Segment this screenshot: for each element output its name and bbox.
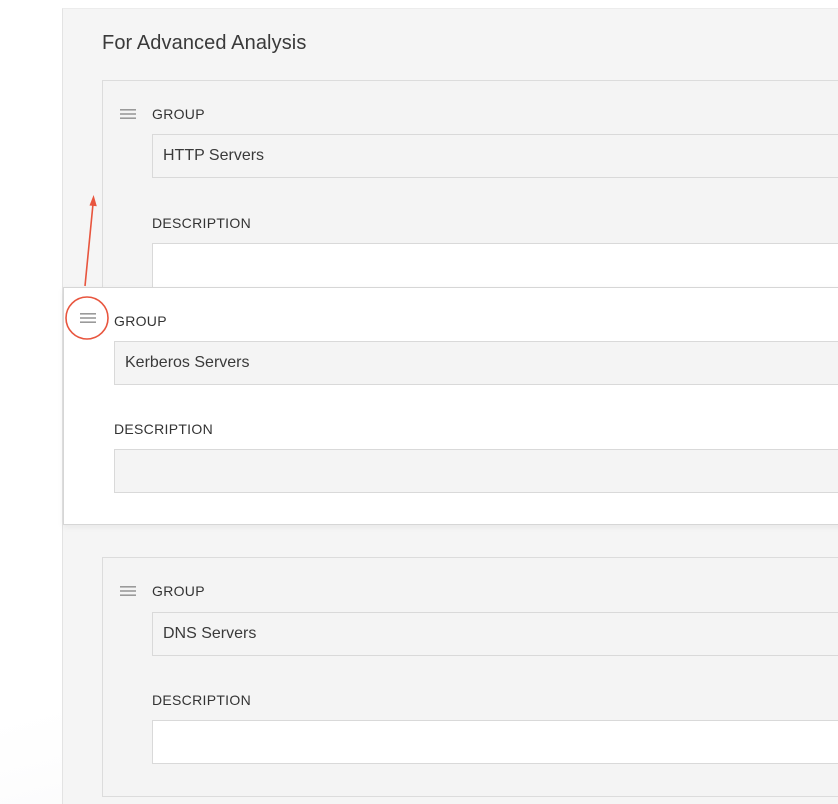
group-name-input[interactable]: Kerberos Servers bbox=[114, 341, 838, 385]
group-label: GROUP bbox=[114, 313, 167, 329]
description-input[interactable] bbox=[152, 720, 838, 764]
drag-handle-icon[interactable] bbox=[120, 585, 138, 599]
description-label: DESCRIPTION bbox=[152, 215, 251, 231]
drag-handle-icon[interactable] bbox=[80, 312, 98, 326]
group-label: GROUP bbox=[152, 583, 205, 599]
group-label: GROUP bbox=[152, 106, 205, 122]
drag-handle-icon[interactable] bbox=[120, 108, 138, 122]
description-input[interactable] bbox=[152, 243, 838, 293]
description-label: DESCRIPTION bbox=[114, 421, 213, 437]
description-input[interactable] bbox=[114, 449, 838, 493]
group-name-input[interactable]: HTTP Servers bbox=[152, 134, 838, 178]
group-name-input[interactable]: DNS Servers bbox=[152, 612, 838, 656]
description-label: DESCRIPTION bbox=[152, 692, 251, 708]
section-title: For Advanced Analysis bbox=[102, 32, 307, 54]
